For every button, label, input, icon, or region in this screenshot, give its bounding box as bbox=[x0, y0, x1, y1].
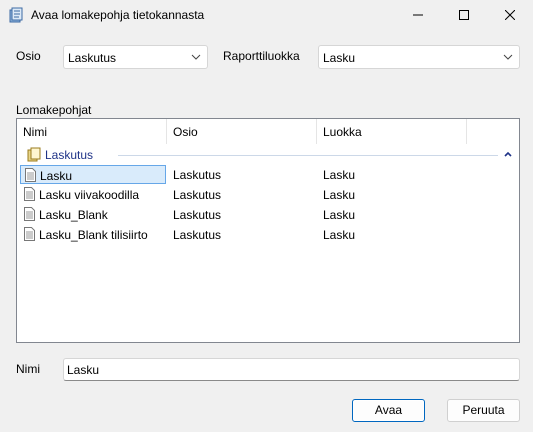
document-icon bbox=[25, 168, 36, 182]
row-name: Lasku bbox=[40, 169, 73, 183]
maximize-icon bbox=[459, 10, 469, 20]
osio-label: Osio bbox=[16, 49, 41, 63]
raporttiluokka-label: Raporttiluokka bbox=[223, 49, 300, 63]
chevron-down-icon bbox=[191, 54, 201, 60]
name-cell: Lasku_Blank bbox=[20, 205, 166, 224]
open-button[interactable]: Avaa bbox=[352, 399, 425, 422]
osio-value: Laskutus bbox=[68, 51, 117, 65]
table-row[interactable]: Lasku Laskutus Lasku bbox=[18, 165, 518, 185]
name-label: Nimi bbox=[16, 362, 40, 376]
row-name: Lasku_Blank tilisiirto bbox=[39, 228, 148, 242]
title-bar: Avaa lomakepohja tietokannasta bbox=[0, 0, 533, 30]
group-divider bbox=[118, 155, 498, 156]
osio-dropdown[interactable]: Laskutus bbox=[63, 45, 208, 69]
raporttiluokka-dropdown[interactable]: Lasku bbox=[318, 45, 520, 69]
row-osio: Laskutus bbox=[173, 228, 222, 242]
row-luokka: Lasku bbox=[323, 188, 356, 202]
row-luokka: Lasku bbox=[323, 168, 356, 182]
group-header-laskutus[interactable]: Laskutus bbox=[22, 147, 515, 164]
column-header-luokka[interactable]: Luokka bbox=[317, 119, 467, 144]
name-cell: Lasku_Blank tilisiirto bbox=[20, 225, 166, 244]
column-header-label: Nimi bbox=[23, 125, 47, 139]
templates-list[interactable]: Nimi Osio Luokka Laskutus Lasku Laskutus… bbox=[16, 118, 520, 343]
name-field[interactable] bbox=[63, 358, 520, 381]
row-osio: Laskutus bbox=[173, 188, 222, 202]
table-row[interactable]: Lasku_Blank Laskutus Lasku bbox=[18, 205, 518, 225]
name-cell: Lasku viivakoodilla bbox=[20, 185, 166, 204]
window-title: Avaa lomakepohja tietokannasta bbox=[31, 8, 205, 22]
column-header-label: Luokka bbox=[323, 125, 362, 139]
database-form-icon bbox=[8, 7, 24, 23]
maximize-button[interactable] bbox=[441, 0, 487, 30]
name-cell: Lasku bbox=[20, 165, 166, 184]
cancel-button[interactable]: Peruuta bbox=[447, 399, 520, 422]
row-osio: Laskutus bbox=[173, 168, 222, 182]
chevron-down-icon bbox=[503, 54, 513, 60]
close-button[interactable] bbox=[487, 0, 533, 30]
row-name: Lasku viivakoodilla bbox=[39, 188, 140, 202]
document-icon bbox=[24, 227, 35, 241]
row-name: Lasku_Blank bbox=[39, 208, 108, 222]
name-input[interactable] bbox=[67, 363, 507, 377]
folder-icon bbox=[27, 147, 41, 165]
column-header-osio[interactable]: Osio bbox=[167, 119, 317, 144]
table-row[interactable]: Lasku_Blank tilisiirto Laskutus Lasku bbox=[18, 225, 518, 245]
minimize-icon bbox=[413, 14, 423, 16]
close-icon bbox=[505, 10, 515, 20]
column-header-label: Osio bbox=[173, 125, 198, 139]
column-header-nimi[interactable]: Nimi bbox=[17, 119, 167, 144]
minimize-button[interactable] bbox=[395, 0, 441, 30]
chevron-up-icon[interactable] bbox=[504, 151, 512, 157]
row-luokka: Lasku bbox=[323, 208, 356, 222]
document-icon bbox=[24, 207, 35, 221]
row-osio: Laskutus bbox=[173, 208, 222, 222]
templates-section-label: Lomakepohjat bbox=[16, 103, 92, 117]
group-label: Laskutus bbox=[45, 148, 94, 162]
table-row[interactable]: Lasku viivakoodilla Laskutus Lasku bbox=[18, 185, 518, 205]
document-icon bbox=[24, 187, 35, 201]
raporttiluokka-value: Lasku bbox=[323, 51, 356, 65]
column-header-filler bbox=[467, 119, 519, 144]
row-luokka: Lasku bbox=[323, 228, 356, 242]
